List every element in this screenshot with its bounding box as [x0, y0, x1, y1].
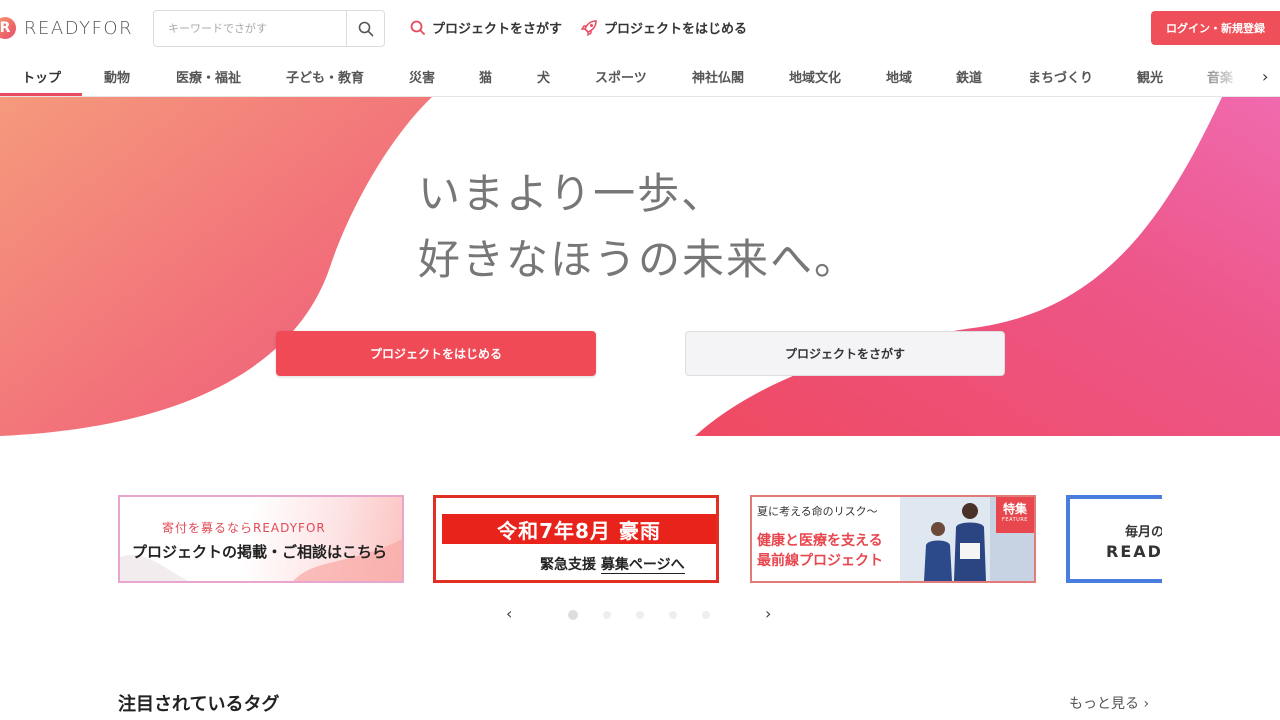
banner1-line2: プロジェクトの掲載・ご相談はこちら	[132, 543, 388, 561]
search-box	[153, 10, 385, 47]
banner-disaster-relief[interactable]: 令和7年8月 豪雨 緊急支援 募集ページへ	[433, 495, 719, 583]
category-tab-medical[interactable]: 医療・福祉	[176, 67, 241, 86]
category-tab-education[interactable]: 子ども・教育	[286, 67, 364, 86]
logo-mark: R	[0, 17, 16, 39]
banner3-line2b: 最前線プロジェクト	[757, 553, 883, 569]
category-tab-railway[interactable]: 鉄道	[956, 67, 982, 86]
nav-start-label: プロジェクトをはじめる	[604, 22, 748, 37]
category-tab-sports[interactable]: スポーツ	[595, 67, 647, 86]
start-project-button[interactable]: プロジェクトをはじめる	[276, 331, 596, 376]
banner2-subline: 緊急支援 募集ページへ	[540, 554, 685, 574]
carousel-prev-button[interactable]: ‹	[506, 604, 512, 623]
search-button[interactable]	[346, 11, 384, 46]
see-more-link[interactable]: もっと見る ›	[1069, 693, 1149, 713]
banner3-line2a: 健康と医療を支える	[757, 533, 883, 549]
category-tab-dogs[interactable]: 犬	[537, 67, 550, 86]
carousel-dot-5[interactable]	[702, 611, 710, 619]
chevron-right-icon: ›	[1143, 696, 1150, 712]
feature-tag-sub: FEATURE	[1002, 517, 1028, 523]
banner2-headline: 令和7年8月 豪雨	[442, 514, 716, 544]
banner2-subline-b: 募集ページへ	[600, 557, 685, 574]
banner-medical-feature[interactable]: 夏に考える命のリスク〜 健康と医療を支える 最前線プロジェクト 特集 FEATU…	[750, 495, 1036, 583]
banner3-line1: 夏に考える命のリスク〜	[757, 505, 878, 518]
login-register-button[interactable]: ログイン・新規登録	[1151, 11, 1280, 45]
banner-monthly[interactable]: 毎月の READ	[1066, 495, 1162, 583]
banner-readyfor-consult[interactable]: 寄付を募るならREADYFOR プロジェクトの掲載・ご相談はこちら	[118, 495, 404, 583]
logo[interactable]: R READYFOR	[0, 15, 133, 41]
nav-find-projects[interactable]: プロジェクトをさがす	[410, 18, 562, 37]
category-tab-tourism[interactable]: 観光	[1137, 67, 1163, 86]
category-tab-town[interactable]: まちづくり	[1028, 67, 1093, 86]
hero-title: いまより一歩、 好きなほうの未来へ。	[418, 161, 858, 293]
see-more-label: もっと見る	[1069, 696, 1139, 712]
carousel-dot-3[interactable]	[636, 611, 644, 619]
banner1-line1: 寄付を募るならREADYFOR	[162, 521, 326, 535]
carousel-next-button[interactable]: ›	[765, 604, 771, 623]
category-tab-disaster[interactable]: 災害	[409, 67, 435, 86]
category-tab-top[interactable]: トップ	[22, 67, 61, 86]
chevron-right-icon[interactable]: ›	[1262, 67, 1268, 86]
category-tab-local-culture[interactable]: 地域文化	[789, 67, 841, 86]
feature-tag: 特集 FEATURE	[996, 497, 1034, 533]
category-tab-region[interactable]: 地域	[886, 67, 912, 86]
hero-title-line1: いまより一歩、	[418, 169, 726, 218]
site-header: R READYFOR プロジェクトをさがす プロジェクトをはじめる ログイン・新…	[0, 0, 1280, 56]
logo-text: READYFOR	[24, 17, 134, 39]
search-icon	[358, 21, 373, 36]
category-tab-animals[interactable]: 動物	[104, 67, 130, 86]
hero-title-line2: 好きなほうの未来へ。	[418, 235, 859, 284]
nav-start-project[interactable]: プロジェクトをはじめる	[580, 18, 747, 37]
banner2-subline-a: 緊急支援	[540, 557, 596, 573]
banner4-line2: READ	[1106, 542, 1162, 561]
find-project-button[interactable]: プロジェクトをさがす	[685, 331, 1005, 376]
category-tab-shrines[interactable]: 神社仏閣	[692, 67, 744, 86]
rocket-icon	[580, 19, 597, 36]
carousel-dot-2[interactable]	[603, 611, 611, 619]
banner4-line1: 毎月の	[1125, 525, 1162, 540]
carousel-dot-4[interactable]	[669, 611, 677, 619]
nav-find-label: プロジェクトをさがす	[432, 22, 563, 37]
banner-decoration	[120, 538, 402, 581]
banner3-line2: 健康と医療を支える 最前線プロジェクト	[757, 531, 883, 571]
category-tab-cats[interactable]: 猫	[479, 67, 492, 86]
search-input[interactable]	[154, 11, 346, 46]
category-nav: トップ 動物 医療・福祉 子ども・教育 災害 猫 犬 スポーツ 神社仏閣 地域文…	[0, 56, 1280, 97]
feature-tag-label: 特集	[1002, 502, 1027, 516]
active-tab-indicator	[0, 93, 82, 96]
carousel-dot-1[interactable]	[568, 610, 578, 620]
search-icon	[410, 20, 425, 35]
section-title-trending-tags: 注目されているタグ	[118, 694, 280, 715]
hero-section: いまより一歩、 好きなほうの未来へ。 プロジェクトをはじめる プロジェクトをさが…	[0, 97, 1280, 436]
